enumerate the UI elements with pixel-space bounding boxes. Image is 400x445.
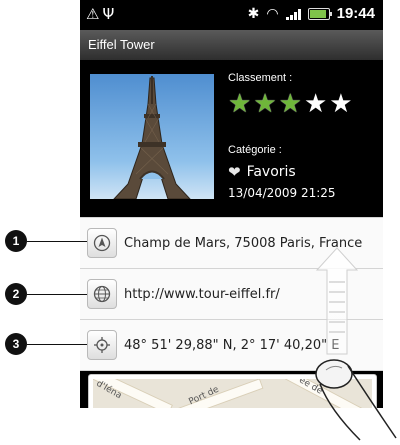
globe-icon[interactable] [87, 279, 117, 309]
callout-3: 3 [5, 333, 27, 355]
status-bar: ⚠Ψ ✱ ◠ 19:44 [80, 0, 383, 30]
date-time: 13/04/2009 21:25 [228, 186, 336, 200]
category-favorites: ❤ Favoris [228, 163, 296, 181]
callout-line-3 [27, 344, 87, 345]
finger-gesture-icon [315, 359, 397, 441]
place-photo[interactable] [90, 74, 214, 199]
bluetooth-icon: ✱ [247, 5, 260, 22]
heart-icon: ❤ [228, 163, 241, 181]
callout-2: 2 [5, 283, 27, 305]
star-icon[interactable]: ★ [253, 90, 276, 118]
rating-label: Classement : [228, 72, 293, 84]
page-title: Eiffel Tower [80, 30, 383, 60]
battery-icon [307, 7, 332, 20]
signal-icon [285, 8, 301, 20]
alert-icon: ⚠ [86, 5, 103, 23]
navigation-icon[interactable] [87, 228, 117, 258]
star-icon[interactable]: ★ [228, 90, 251, 118]
callout-1: 1 [5, 230, 27, 252]
star-icon[interactable]: ★ [329, 90, 352, 118]
callout-line-1 [27, 241, 87, 242]
star-icon[interactable]: ★ [304, 90, 327, 118]
gps-target-icon[interactable] [87, 330, 117, 360]
rating-stars[interactable]: ★ ★ ★ ★ ★ [228, 90, 353, 118]
callout-line-2 [27, 294, 87, 295]
status-right: ✱ ◠ 19:44 [248, 5, 375, 22]
scroll-up-arrow-icon [315, 247, 359, 355]
usb-icon: Ψ [102, 5, 118, 23]
website-text: http://www.tour-eiffel.fr/ [124, 286, 280, 302]
status-time: 19:44 [336, 5, 375, 22]
category-value: Favoris [246, 164, 296, 180]
eiffel-tower-image [113, 76, 191, 199]
star-icon[interactable]: ★ [279, 90, 302, 118]
place-header: Classement : ★ ★ ★ ★ ★ Catégorie : ❤ Favoris… [80, 60, 383, 210]
wifi-icon: ◠ [266, 5, 279, 22]
category-label: Catégorie : [228, 144, 282, 156]
status-left: ⚠Ψ [86, 5, 117, 23]
